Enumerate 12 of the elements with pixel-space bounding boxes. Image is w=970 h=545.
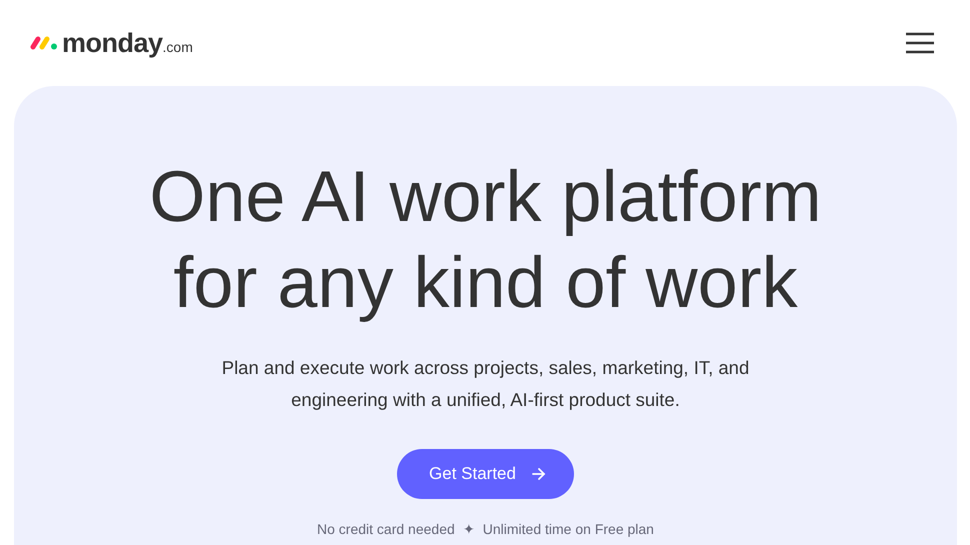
arrow-icon <box>532 467 546 481</box>
note-text: Unlimited time on Free plan <box>482 520 654 539</box>
logo-icon <box>30 36 58 50</box>
headline-line: for any kind of work <box>172 242 799 325</box>
get-started-button[interactable]: Get Started <box>397 449 574 499</box>
logo-suffix: .com <box>162 38 193 55</box>
subtitle: Plan and execute work across projects, sales, marketing, IT, and engineering with a unified, AI-first product suite. <box>220 356 750 412</box>
separator-glyph: ✦ <box>462 520 475 539</box>
headline-line: One AI work platform <box>148 156 823 239</box>
note-text: No credit card needed <box>317 520 455 539</box>
logo-text[interactable]: monday <box>62 22 163 64</box>
menu-button[interactable] <box>906 31 934 55</box>
